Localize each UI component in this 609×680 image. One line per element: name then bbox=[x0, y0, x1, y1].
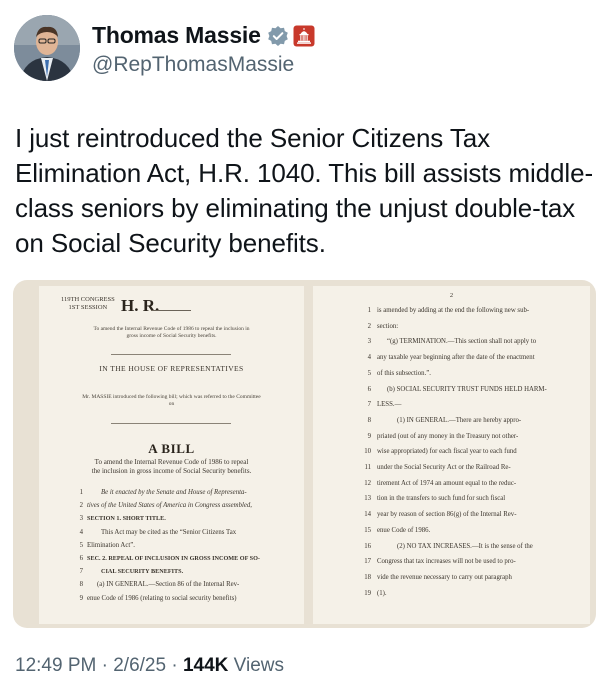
house-heading: IN THE HOUSE OF REPRESENTATIVES bbox=[99, 364, 244, 373]
document-page-1: 119TH CONGRESS 1ST SESSION H. R. To amen… bbox=[39, 286, 304, 624]
bill-text-line: CIAL SECURITY BENEFITS. bbox=[101, 568, 184, 576]
line-number: 7 bbox=[79, 568, 83, 576]
bill-summary: To amend the Internal Revenue Code of 19… bbox=[59, 326, 284, 340]
bill-text-line: year by reason of section 86(g) of the I… bbox=[377, 511, 517, 519]
tweet-time[interactable]: 12:49 PM bbox=[15, 655, 96, 676]
tweet-media-image[interactable]: 119TH CONGRESS 1ST SESSION H. R. To amen… bbox=[13, 280, 596, 628]
line-number: 2 bbox=[367, 322, 371, 330]
line-number: 4 bbox=[367, 354, 371, 362]
bill-text-line: tives of the United States of America in… bbox=[87, 502, 252, 510]
bill-text-line: vide the revenue necessary to carry out … bbox=[377, 573, 512, 581]
line-number: 7 bbox=[367, 401, 371, 409]
bill-text-line: any taxable year beginning after the dat… bbox=[377, 354, 535, 362]
author-handle[interactable]: @RepThomasMassie bbox=[92, 53, 294, 77]
bill-summary-line-1: To amend the Internal Revenue Code of 19… bbox=[93, 326, 250, 332]
views-label: Views bbox=[228, 655, 284, 676]
session-label: 1ST SESSION bbox=[68, 304, 108, 311]
bill-text-line: of this subsection.”. bbox=[377, 369, 431, 377]
separator: · bbox=[96, 655, 114, 676]
author-name[interactable]: Thomas Massie bbox=[92, 22, 261, 49]
line-number: 15 bbox=[364, 526, 371, 534]
line-number: 10 bbox=[364, 448, 371, 456]
bill-text-line: SEC. 2. REPEAL OF INCLUSION IN GROSS INC… bbox=[87, 555, 260, 562]
line-number: 12 bbox=[364, 479, 371, 487]
document-page-2: 2 1 is amended by adding at the end the f… bbox=[313, 286, 590, 624]
avatar[interactable] bbox=[14, 15, 80, 81]
tweet-meta: 12:49 PM · 2/6/25 · 144K Views bbox=[15, 655, 284, 677]
line-number: 5 bbox=[367, 369, 371, 377]
separator: · bbox=[166, 655, 183, 676]
congress-label: 119TH CONGRESS bbox=[61, 296, 115, 303]
line-number: 14 bbox=[364, 511, 371, 519]
bill-purpose-line-2: the inclusion in gross income of Social … bbox=[91, 467, 252, 475]
line-number: 11 bbox=[364, 464, 371, 471]
bill-text-line: “(g) TERMINATION.—This section shall not… bbox=[387, 338, 537, 346]
bill-text-line: SECTION 1. SHORT TITLE. bbox=[87, 515, 166, 523]
line-number: 16 bbox=[364, 542, 371, 550]
bill-text-line: section: bbox=[377, 322, 399, 330]
verified-badge-icon[interactable] bbox=[267, 25, 289, 47]
congress-header: 119TH CONGRESS 1ST SESSION bbox=[61, 296, 115, 312]
divider bbox=[111, 423, 231, 424]
line-number: 13 bbox=[364, 495, 371, 503]
line-number: 6 bbox=[367, 385, 371, 393]
introduction-line: Mr. MASSIE introduced the following bill… bbox=[82, 394, 261, 400]
line-number: 8 bbox=[367, 416, 371, 424]
line-number: 5 bbox=[79, 541, 83, 549]
bill-text-line: This Act may be cited as the “Senior Cit… bbox=[101, 528, 237, 536]
line-number: 8 bbox=[79, 581, 83, 589]
bill-text-line: (1) IN GENERAL.—There are hereby appro- bbox=[397, 416, 522, 424]
bill-text-line: (2) NO TAX INCREASES.—It is the sense of… bbox=[397, 542, 533, 550]
bill-text-line: under the Social Security Act or the Rai… bbox=[377, 464, 511, 471]
bill-text-line: enue Code of 1986. bbox=[377, 526, 431, 534]
line-number: 18 bbox=[364, 573, 371, 581]
introduction-on: on bbox=[168, 401, 175, 407]
bill-text-line: (b) SOCIAL SECURITY TRUST FUNDS HELD HAR… bbox=[387, 385, 547, 393]
divider bbox=[111, 354, 231, 355]
bill-text-line: is amended by adding at the end the foll… bbox=[377, 307, 530, 314]
bill-text-line: tion in the transfers to such fund for s… bbox=[377, 495, 506, 503]
author-row: Thomas Massie bbox=[92, 22, 315, 49]
introduction-text: Mr. MASSIE introduced the following bill… bbox=[53, 394, 290, 408]
line-number: 17 bbox=[364, 558, 371, 566]
government-badge-icon[interactable] bbox=[293, 25, 315, 47]
bill-purpose: To amend the Internal Revenue Code of 19… bbox=[69, 458, 274, 476]
line-number: 1 bbox=[367, 307, 371, 314]
bill-text-line: (1). bbox=[377, 589, 387, 597]
page-number: 2 bbox=[449, 292, 454, 299]
line-number: 3 bbox=[79, 515, 83, 523]
bill-text-line: Elimination Act”. bbox=[87, 541, 135, 549]
bill-purpose-line-1: To amend the Internal Revenue Code of 19… bbox=[94, 458, 249, 466]
bill-text-line: LESS.— bbox=[377, 401, 402, 409]
line-number: 3 bbox=[367, 338, 371, 346]
bill-text-line: tirement Act of 1974 an amount equal to … bbox=[377, 479, 517, 487]
tweet-date[interactable]: 2/6/25 bbox=[113, 655, 166, 676]
bill-number-blank bbox=[151, 310, 191, 311]
bill-text-line: priated (out of any money in the Treasur… bbox=[377, 432, 519, 440]
line-number: 6 bbox=[79, 555, 83, 562]
bill-text-line: enue Code of 1986 (relating to social se… bbox=[87, 594, 237, 602]
bill-number-label: H. R. bbox=[121, 296, 160, 315]
line-number: 9 bbox=[79, 594, 83, 602]
line-number: 4 bbox=[79, 528, 83, 536]
views-count[interactable]: 144K bbox=[183, 655, 228, 676]
bill-text-line: wise appropriated) for each fiscal year … bbox=[377, 448, 517, 456]
line-number: 19 bbox=[364, 589, 371, 597]
line-number: 1 bbox=[79, 489, 83, 496]
bill-text-line: Be it enacted by the Senate and House of… bbox=[101, 489, 247, 496]
bill-text-line: Congress that tax increases will not be … bbox=[377, 558, 516, 566]
line-number: 2 bbox=[79, 502, 83, 510]
tweet-text: I just reintroduced the Senior Citizens … bbox=[15, 123, 593, 258]
bill-text-line: (a) IN GENERAL.—Section 86 of the Intern… bbox=[97, 581, 240, 589]
avatar-image bbox=[14, 15, 80, 81]
bill-summary-line-2: gross income of Social Security benefits… bbox=[126, 333, 217, 339]
a-bill-heading: A BILL bbox=[148, 441, 195, 456]
line-number: 9 bbox=[367, 432, 371, 440]
